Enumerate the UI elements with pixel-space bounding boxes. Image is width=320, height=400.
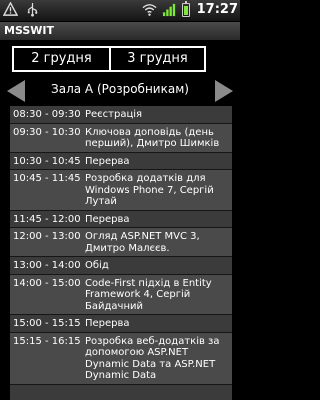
session-time: 15:00 - 15:15 [13,318,81,329]
usb-icon [27,2,38,17]
session-title: Перерва [85,213,130,225]
hall-title: Зала А (Розробникам) [51,82,189,96]
battery-icon [181,0,190,17]
status-clock: 17:27 [196,2,238,17]
session-time: 11:45 - 12:00 [13,213,81,225]
session-time: 10:30 - 10:45 [13,155,81,167]
session-time: 09:30 - 10:30 [13,126,81,138]
status-bar: 17:27 [0,0,240,22]
app-title: MSSWIT [4,24,55,37]
arrow-left-icon[interactable] [7,80,25,102]
list-item[interactable]: 09:30 - 10:30 Ключова доповідь (день пер… [10,123,232,153]
session-title: Розробка додатків для Windows Phone 7, С… [85,173,214,207]
date-button-day2[interactable]: 3 грудня [109,46,206,72]
list-item[interactable]: 15:15 - 16:15 Розробка веб-додатків за д… [10,332,232,385]
wifi-icon [142,4,157,16]
list-item[interactable]: 13:00 - 14:00 Обід [10,257,232,275]
warning-icon [3,2,18,16]
session-time: 15:15 - 16:15 [13,335,81,347]
signal-icon [162,3,175,17]
session-title: Розробка веб-додатків за допомогою ASP.N… [85,335,220,382]
session-title: Code-First підхід в Entity Framework 4, … [85,277,212,312]
session-title: Огляд ASP.NET MVC 3, Дмитро Малєєв. [85,231,200,254]
arrow-right-icon[interactable] [215,80,233,102]
session-time: 08:30 - 09:30 [13,109,81,120]
app-title-bar: MSSWIT [0,22,240,40]
session-title: Ключова доповідь (день перший), Дмитро Ш… [85,126,220,150]
session-time: 10:45 - 11:45 [13,173,81,184]
list-item[interactable]: 10:30 - 10:45 Перерва [10,153,232,170]
list-item[interactable]: 10:45 - 11:45 Розробка додатків для Wind… [10,170,232,211]
session-time: 14:00 - 15:00 [13,277,81,289]
session-title: Перерва [85,318,130,329]
list-item[interactable]: 12:00 - 13:00 Огляд ASP.NET MVC 3, Дмитр… [10,228,232,257]
session-time: 13:00 - 14:00 [13,260,81,271]
session-title: Реєстрація [85,109,143,120]
session-time: 12:00 - 13:00 [13,231,81,242]
date-button-day1[interactable]: 2 грудня [12,46,111,72]
list-item[interactable]: 11:45 - 12:00 Перерва [10,211,232,228]
list-item[interactable]: 15:00 - 15:15 Перерва [10,315,232,333]
list-item[interactable]: 08:30 - 09:30 Реєстрація [10,106,232,124]
session-title: Перерва [85,155,130,167]
schedule-list[interactable]: 08:30 - 09:30 Реєстрація 09:30 - 10:30 К… [10,106,232,400]
list-item[interactable]: 14:00 - 15:00 Code-First підхід в Entity… [10,274,232,315]
session-title: Обід [85,260,109,271]
hall-selector: Зала А (Розробникам) [0,76,240,106]
